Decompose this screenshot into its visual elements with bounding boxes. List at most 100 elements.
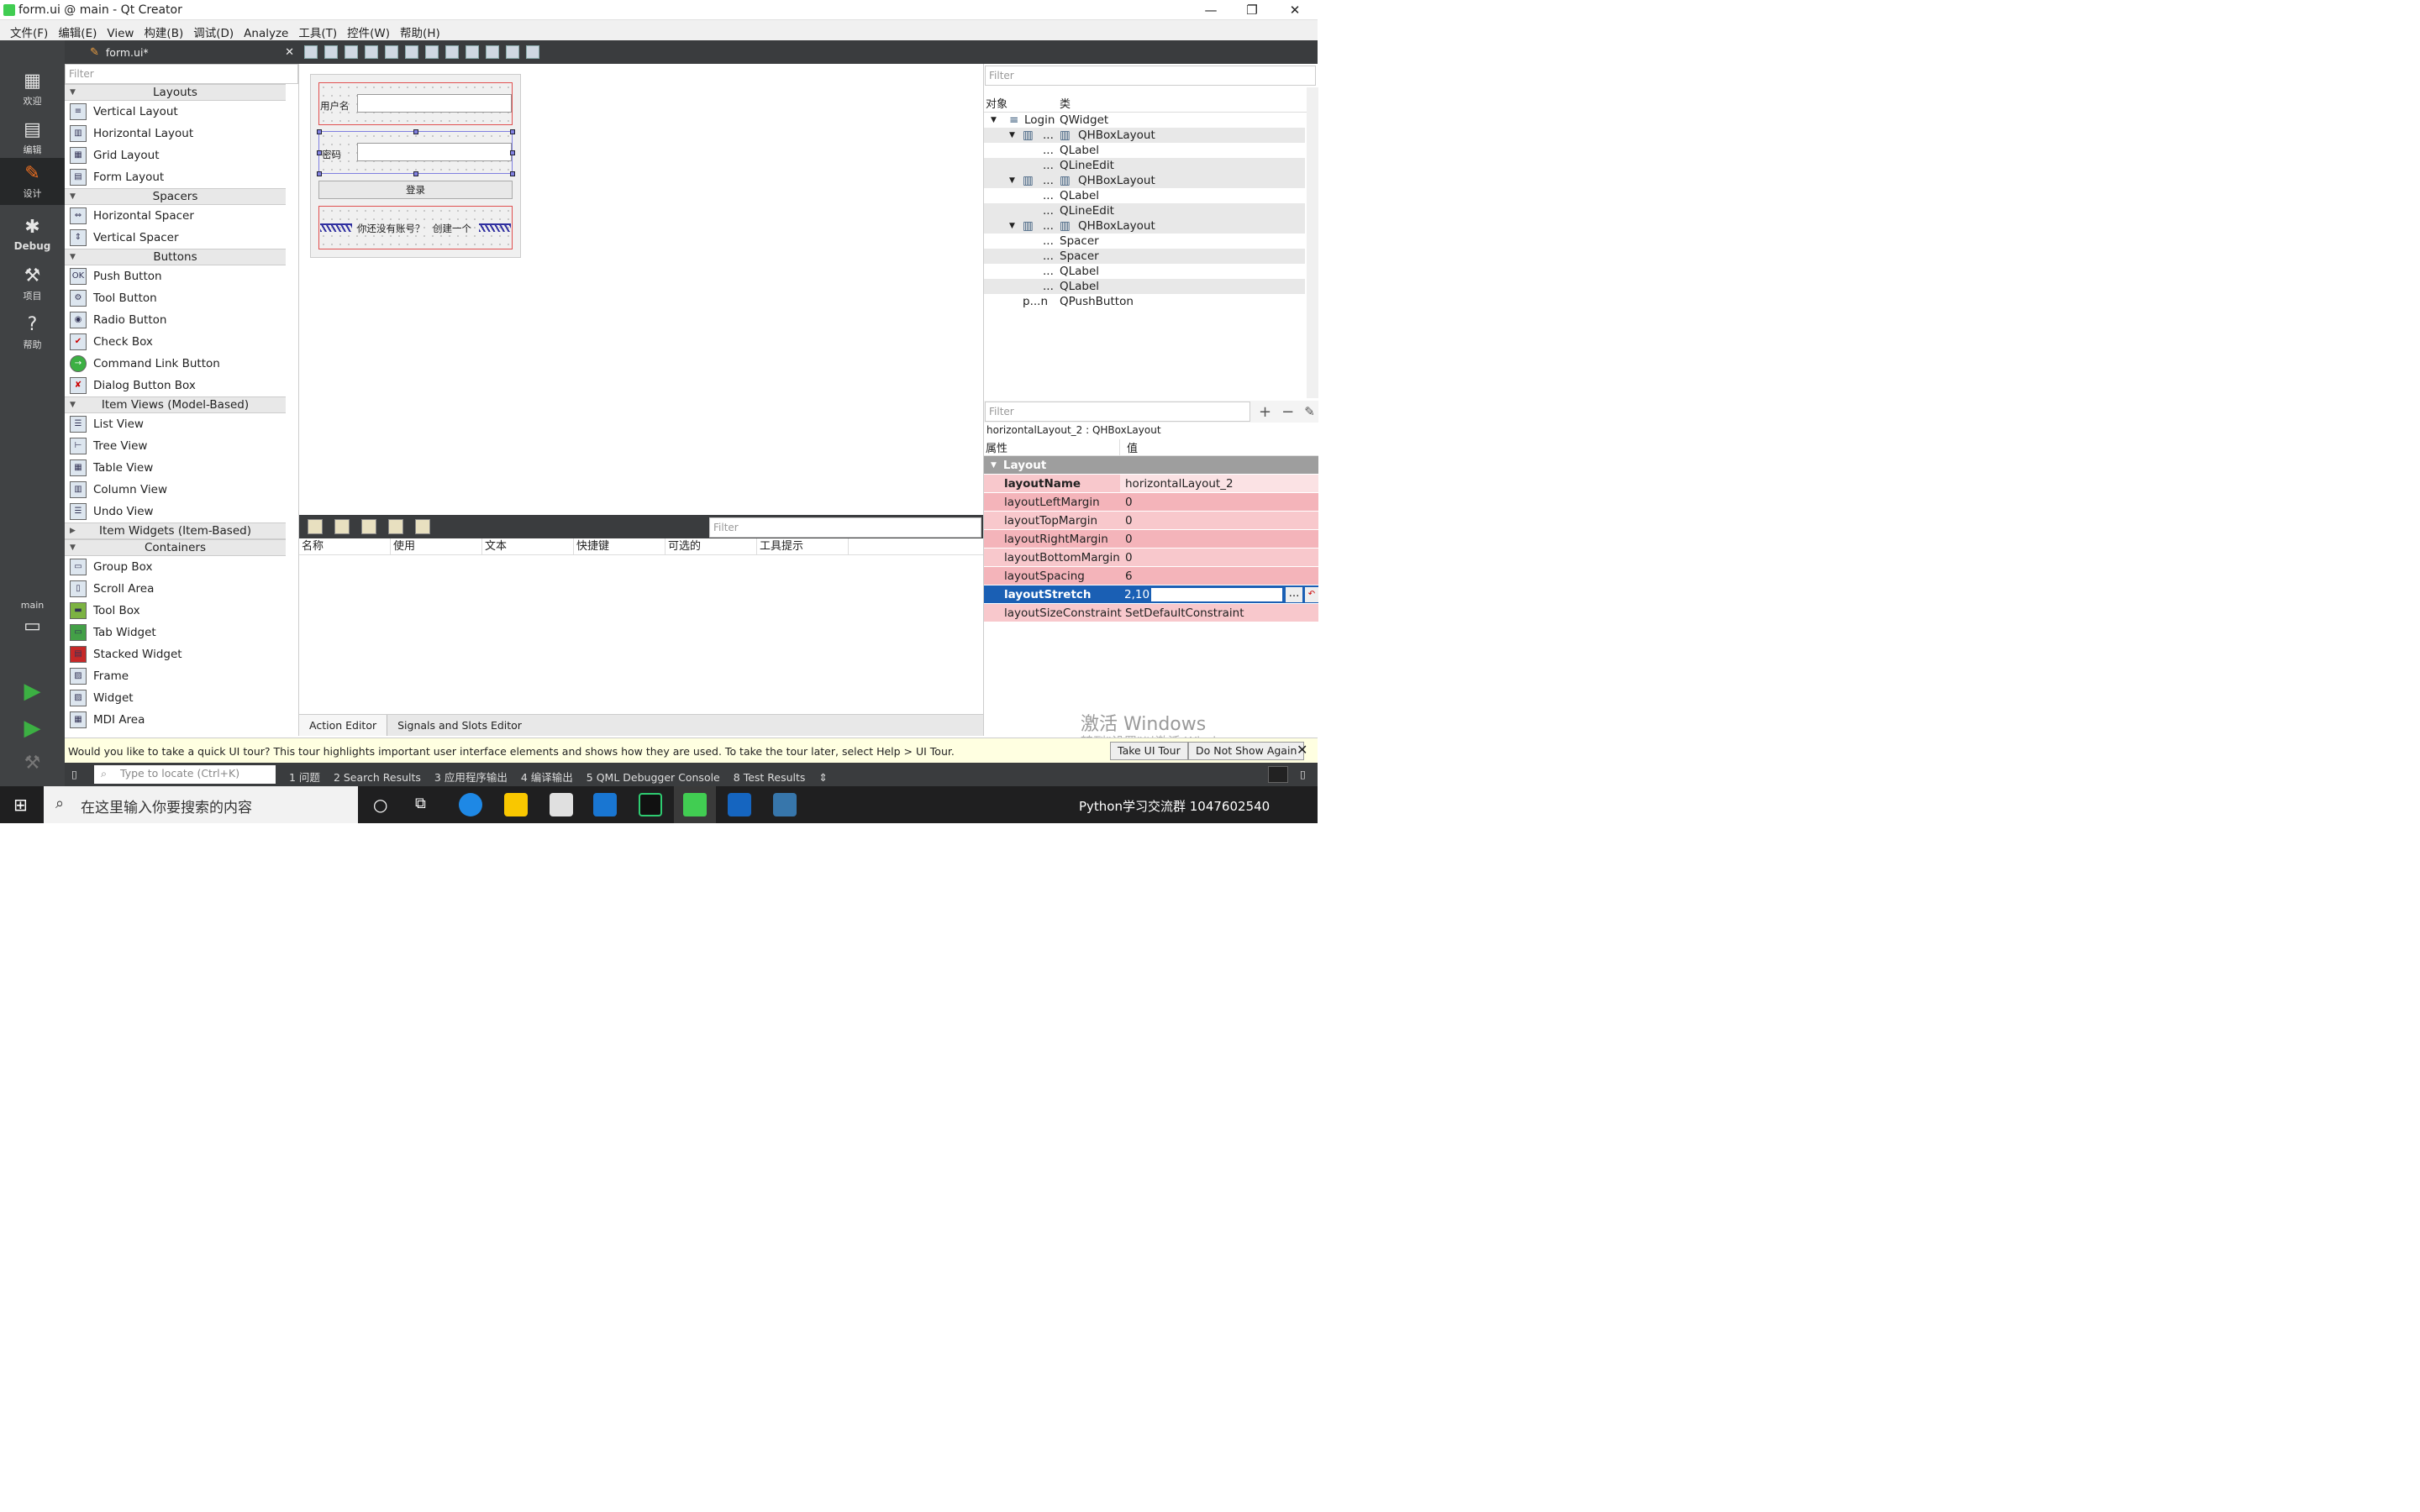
horizontal-layout-username[interactable]: 用户名 <box>318 82 513 125</box>
property-row[interactable]: layoutBottomMargin 0 <box>984 549 1318 567</box>
login-form[interactable]: 用户名 密码 登录 你还没有账号？ 创建一个 <box>310 74 521 258</box>
new-action-icon[interactable] <box>308 519 323 534</box>
resize-handle[interactable] <box>317 171 322 176</box>
column-tooltip[interactable]: 工具提示 <box>757 538 849 554</box>
mode-design[interactable]: ✎ 设计 <box>0 158 65 205</box>
close-tour-icon[interactable]: ✕ <box>1297 742 1307 758</box>
debug-run-button[interactable]: ▶ <box>0 712 65 746</box>
tree-row[interactable]: ▼ ≡ Login QWidget <box>984 113 1305 128</box>
property-row[interactable]: layoutLeftMargin 0 <box>984 493 1318 512</box>
reset-property-icon[interactable]: ↶ <box>1305 586 1318 602</box>
column-used[interactable]: 使用 <box>391 538 482 554</box>
layout-vertical-icon[interactable] <box>405 45 418 59</box>
pane-issues[interactable]: 1 问题 <box>289 769 320 785</box>
layout-form-icon[interactable] <box>466 45 479 59</box>
username-label[interactable]: 用户名 <box>320 99 350 113</box>
widget-group-box[interactable]: ▭ Group Box <box>65 556 286 578</box>
splitter-horizontal-icon[interactable] <box>425 45 439 59</box>
edit-buddies-icon[interactable] <box>345 45 358 59</box>
paste-action-icon[interactable] <box>361 519 376 534</box>
ellipsis-button[interactable]: ... <box>1286 586 1302 602</box>
mode-debug[interactable]: ✱ Debug <box>0 212 65 259</box>
toggle-right-sidebar-icon[interactable]: ▯ <box>1300 768 1306 780</box>
run-button[interactable]: ▶ <box>0 675 65 709</box>
pane-search-results[interactable]: 2 Search Results <box>334 771 421 784</box>
column-name[interactable]: 名称 <box>299 538 391 554</box>
object-filter-input[interactable]: Filter <box>985 66 1316 86</box>
widget-column-view[interactable]: ▥ Column View <box>65 479 286 501</box>
close-document-icon[interactable]: ✕ <box>285 46 294 59</box>
file-explorer-icon[interactable] <box>504 793 528 816</box>
edge-icon[interactable] <box>459 793 482 816</box>
mode-help[interactable]: ? 帮助 <box>0 309 65 356</box>
delete-action-icon[interactable] <box>388 519 403 534</box>
tree-row[interactable]: ... QLabel <box>984 279 1305 294</box>
tab-signals-slots[interactable]: Signals and Slots Editor <box>387 715 532 736</box>
edit-tab-order-icon[interactable] <box>365 45 378 59</box>
widget-tab-widget[interactable]: ▭ Tab Widget <box>65 622 286 643</box>
property-row[interactable]: layoutTopMargin 0 <box>984 512 1318 530</box>
property-row[interactable]: layoutName horizontalLayout_2 <box>984 475 1318 493</box>
edit-widgets-icon[interactable] <box>304 45 318 59</box>
configure-icon[interactable]: ✎ <box>1304 404 1315 419</box>
horizontal-layout-register[interactable]: 你还没有账号？ 创建一个 <box>318 206 513 249</box>
widget-command-link-button[interactable]: → Command Link Button <box>65 353 286 375</box>
widget-tool-button[interactable]: ⚙ Tool Button <box>65 287 286 309</box>
build-button[interactable]: ⚒ <box>0 748 65 781</box>
mode-welcome[interactable]: ▦ 欢迎 <box>0 66 65 113</box>
widget-undo-view[interactable]: ☰ Undo View <box>65 501 286 522</box>
property-row[interactable]: layoutSpacing 6 <box>984 567 1318 585</box>
mode-edit[interactable]: ▤ 编辑 <box>0 114 65 161</box>
close-button[interactable]: ✕ <box>1276 0 1314 20</box>
kit-selector[interactable]: main ▭ <box>0 598 65 648</box>
minimize-button[interactable]: — <box>1192 0 1230 20</box>
tree-row[interactable]: ... Spacer <box>984 249 1305 264</box>
column-text[interactable]: 文本 <box>482 538 574 554</box>
powershell-icon[interactable] <box>728 793 751 816</box>
progress-toggle-icon[interactable] <box>1268 766 1288 783</box>
widget-dialog-button-box[interactable]: ✘ Dialog Button Box <box>65 375 286 396</box>
open-file-combo[interactable]: form.ui* <box>106 46 149 59</box>
widget-stacked-widget[interactable]: ▤ Stacked Widget <box>65 643 286 665</box>
column-shortcut[interactable]: 快捷键 <box>574 538 666 554</box>
windows-start-icon[interactable]: ⊞ <box>13 795 28 815</box>
locator-input[interactable]: ⌕ Type to locate (Ctrl+K) <box>94 765 276 784</box>
tree-row[interactable]: ... QLineEdit <box>984 203 1305 218</box>
resize-handle[interactable] <box>510 150 515 155</box>
cortana-icon[interactable]: ○ <box>373 795 387 815</box>
more-panes-icon[interactable]: ⇕ <box>818 771 827 784</box>
tree-row[interactable]: p...n QPushButton <box>984 294 1305 309</box>
adjust-size-icon[interactable] <box>526 45 539 59</box>
widget-tree-view[interactable]: ⊢ Tree View <box>65 435 286 457</box>
widget-vertical-spacer[interactable]: ⇕ Vertical Spacer <box>65 227 286 249</box>
resize-handle[interactable] <box>413 129 418 134</box>
widget-check-box[interactable]: ✔ Check Box <box>65 331 286 353</box>
object-tree-scrollbar[interactable] <box>1307 87 1318 398</box>
toggle-sidebar-icon[interactable]: ▯ <box>71 768 77 780</box>
tree-row[interactable]: ▼ ▥... ▥ QHBoxLayout <box>984 128 1305 143</box>
widget-filter-input[interactable]: Filter <box>65 64 298 84</box>
section-layout[interactable]: ▼ Layout <box>984 456 1318 475</box>
header-value[interactable]: 值 <box>1120 439 1138 455</box>
pane-compile-output[interactable]: 4 编译输出 <box>521 769 573 785</box>
property-filter-input[interactable]: Filter <box>985 402 1250 422</box>
header-class[interactable]: 类 <box>1058 95 1071 111</box>
header-object[interactable]: 对象 <box>984 95 1058 111</box>
tree-row[interactable]: ▼ ▥... ▥ QHBoxLayout <box>984 218 1305 234</box>
property-row-selected[interactable]: layoutStretch 2,10... ↶ <box>984 585 1318 604</box>
category-layouts[interactable]: ▼ Layouts <box>65 84 286 101</box>
mode-projects[interactable]: ⚒ 项目 <box>0 260 65 307</box>
take-tour-button[interactable]: Take UI Tour <box>1110 742 1188 760</box>
category-containers[interactable]: ▼ Containers <box>65 539 286 556</box>
store-icon[interactable] <box>550 793 573 816</box>
add-property-icon[interactable]: + <box>1259 403 1271 421</box>
horizontal-layout-password[interactable]: 密码 <box>317 129 515 176</box>
widget-horizontal-spacer[interactable]: ⇔ Horizontal Spacer <box>65 205 286 227</box>
column-checkable[interactable]: 可选的 <box>666 538 757 554</box>
layout-grid-icon[interactable] <box>486 45 499 59</box>
tree-row[interactable]: ... QLabel <box>984 188 1305 203</box>
taskbar-search[interactable]: ⌕ 在这里输入你要搜索的内容 <box>44 786 358 823</box>
pane-application-output[interactable]: 3 应用程序输出 <box>434 769 508 785</box>
pane-test-results[interactable]: 8 Test Results <box>734 771 806 784</box>
create-account-label[interactable]: 创建一个 <box>433 222 471 235</box>
